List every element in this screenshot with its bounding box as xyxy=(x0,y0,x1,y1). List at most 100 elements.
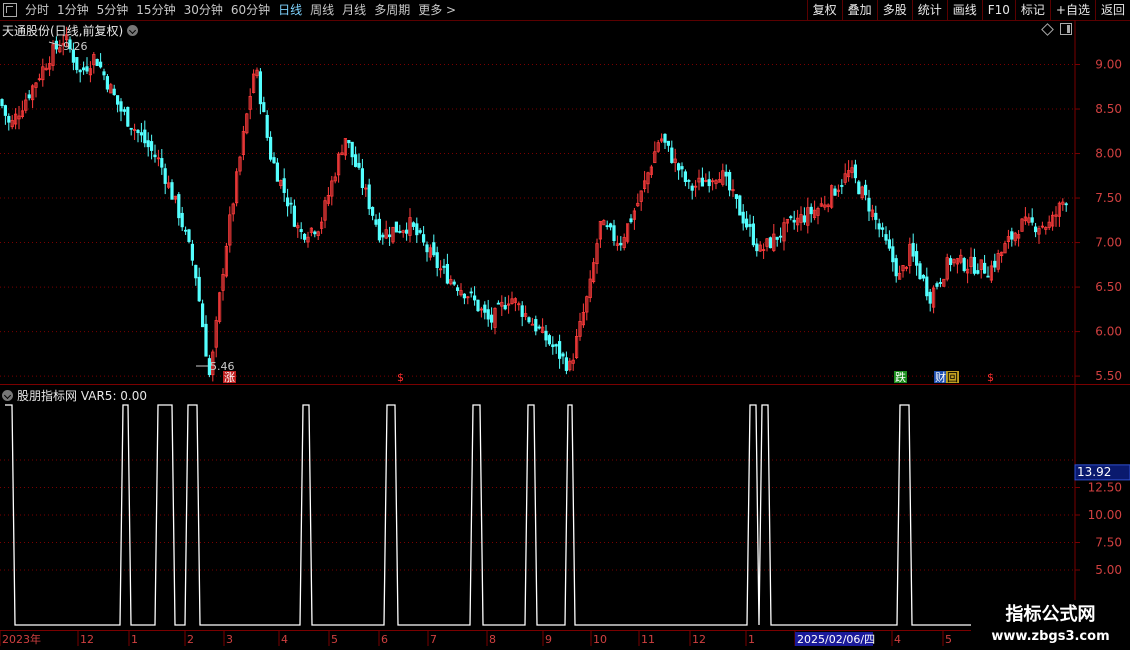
candle-body xyxy=(285,197,290,207)
candle-body xyxy=(347,140,351,144)
candle-body xyxy=(442,265,446,268)
toolbar-button-5[interactable]: F10 xyxy=(981,0,1015,20)
toolbar-button-4[interactable]: 画线 xyxy=(946,0,982,20)
candle-body xyxy=(126,106,130,127)
date-label: 10 xyxy=(593,633,607,646)
high-label: 9.26 xyxy=(63,40,88,53)
y-tick-label: 7.00 xyxy=(1095,236,1122,250)
period-tab-0[interactable]: 分时 xyxy=(21,0,53,20)
candle-body xyxy=(949,258,953,265)
candle-body xyxy=(551,344,555,348)
toolbar-button-8[interactable]: 返回 xyxy=(1094,0,1130,20)
candle-body xyxy=(455,287,460,291)
toolbar-button-6[interactable]: 标记 xyxy=(1014,0,1050,20)
menu-icon[interactable] xyxy=(3,3,17,17)
candle-body xyxy=(802,215,807,223)
candle-body xyxy=(976,270,980,274)
candle-body xyxy=(82,67,86,71)
candle-body xyxy=(95,59,99,67)
period-tab-4[interactable]: 30分钟 xyxy=(180,0,227,20)
chevron-down-icon[interactable] xyxy=(2,389,13,401)
date-label: 4 xyxy=(281,633,288,646)
candle-body xyxy=(183,229,188,232)
indicator-chart[interactable]: 12.50 10.00 7.50 5.00 13.92 xyxy=(0,385,1130,630)
period-tab-8[interactable]: 月线 xyxy=(338,0,370,20)
date-label: 5 xyxy=(331,633,338,646)
candle-body xyxy=(489,314,494,323)
candle-body xyxy=(809,206,813,215)
candle-body xyxy=(745,218,749,228)
candle-body xyxy=(605,225,609,228)
candle-body xyxy=(700,177,705,187)
period-tab-10[interactable]: 更多 > xyxy=(414,0,460,20)
y-tick-label: 6.50 xyxy=(1095,280,1122,294)
date-label: 9 xyxy=(545,633,552,646)
indicator-title: 股朋指标网 VAR5: 0.00 xyxy=(2,387,147,403)
candle-body xyxy=(840,185,844,187)
candle-body xyxy=(357,162,361,168)
candle-body xyxy=(85,66,89,72)
candle-body xyxy=(483,304,487,313)
candle-body xyxy=(741,211,745,224)
chevron-down-icon[interactable] xyxy=(127,24,139,36)
candle-body xyxy=(143,129,147,144)
zhang-label: 涨 xyxy=(224,371,235,384)
candle-body xyxy=(666,140,671,146)
candle-body xyxy=(122,109,126,112)
toolbar-button-0[interactable]: 复权 xyxy=(806,0,842,20)
panel-toggle-icon[interactable] xyxy=(1060,23,1072,35)
candle-body xyxy=(377,218,382,241)
date-label: 2025/02/06/四 xyxy=(797,633,875,646)
candle-body xyxy=(275,162,280,182)
candle-body xyxy=(469,291,473,294)
price-chart[interactable]: 9.008.508.007.507.006.506.005.509.265.46… xyxy=(0,20,1130,385)
candle-body xyxy=(993,260,997,268)
candle-body xyxy=(177,194,181,219)
candle-body xyxy=(374,219,378,225)
candle-body xyxy=(149,141,154,151)
candle-body xyxy=(200,303,205,328)
period-tab-9[interactable]: 多周期 xyxy=(370,0,414,20)
candle-body xyxy=(190,243,194,261)
candle-body xyxy=(619,242,623,246)
period-tab-5[interactable]: 60分钟 xyxy=(227,0,274,20)
candle-body xyxy=(421,234,426,243)
y-tick-label: 9.00 xyxy=(1095,58,1122,72)
y-tick-label: 8.00 xyxy=(1095,147,1122,161)
period-tab-6[interactable]: 日线 xyxy=(274,0,306,20)
candle-body xyxy=(302,233,307,240)
candle-body xyxy=(612,225,616,241)
candle-body xyxy=(360,168,365,188)
candle-body xyxy=(313,231,317,235)
candle-body xyxy=(0,99,4,107)
candle-body xyxy=(432,242,436,256)
candle-body xyxy=(935,283,939,287)
candle-body xyxy=(486,309,490,320)
date-label: 1 xyxy=(748,633,755,646)
toolbar-button-7[interactable]: +自选 xyxy=(1049,0,1095,20)
diamond-icon[interactable] xyxy=(1041,22,1054,36)
candle-body xyxy=(877,223,881,230)
y-tick-label: 7.50 xyxy=(1095,191,1122,205)
candle-body xyxy=(520,305,524,317)
candle-body xyxy=(558,341,562,359)
period-tab-3[interactable]: 15分钟 xyxy=(132,0,179,20)
toolbar-button-1[interactable]: 叠加 xyxy=(841,0,877,20)
candle-body xyxy=(751,223,756,246)
candle-body xyxy=(962,258,966,272)
candle-body xyxy=(398,230,402,233)
candle-body xyxy=(792,219,796,223)
toolbar-button-2[interactable]: 多股 xyxy=(876,0,912,20)
candle-body xyxy=(687,180,691,182)
candle-body xyxy=(724,171,728,177)
period-tab-7[interactable]: 周线 xyxy=(306,0,338,20)
period-toolbar: 分时 1分钟 5分钟 15分钟 30分钟 60分钟 日线 周线 月线 多周期 更多 > 复权 叠加 多股… xyxy=(0,0,1130,21)
toolbar-button-3[interactable]: 统计 xyxy=(911,0,947,20)
candle-body xyxy=(530,323,535,326)
candle-body xyxy=(1030,217,1034,223)
candle-body xyxy=(853,164,858,179)
period-tab-2[interactable]: 5分钟 xyxy=(93,0,133,20)
candle-body xyxy=(452,281,456,285)
period-tab-1[interactable]: 1分钟 xyxy=(53,0,93,20)
y-tick-label: 6.00 xyxy=(1095,325,1122,339)
